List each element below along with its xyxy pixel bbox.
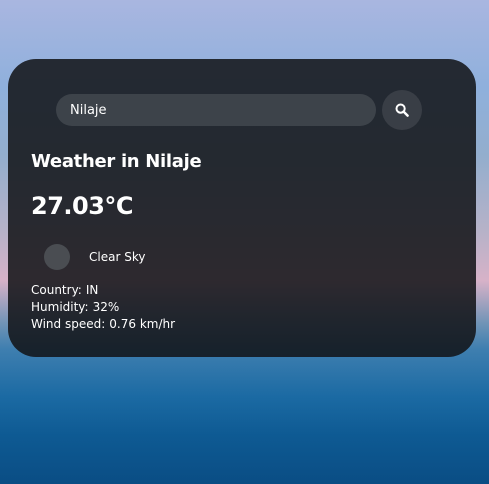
weather-icon (44, 244, 70, 270)
country-label: Country: (31, 283, 82, 297)
city-search-input[interactable] (56, 94, 376, 126)
search-icon (395, 103, 409, 117)
wind-speed-row: Wind speed: 0.76 km/hr (31, 316, 175, 333)
weather-title: Weather in Nilaje (31, 151, 202, 172)
search-bar (56, 90, 422, 130)
humidity-row: Humidity: 32% (31, 299, 175, 316)
weather-card: Weather in Nilaje 27.03°C Clear Sky Coun… (8, 59, 476, 357)
temperature-value: 27.03°C (31, 192, 134, 220)
country-value: IN (85, 283, 99, 297)
country-row: Country: IN (31, 282, 175, 299)
weather-details: Country: IN Humidity: 32% Wind speed: 0.… (31, 282, 175, 333)
wind-speed-value: 0.76 km/hr (109, 317, 176, 331)
weather-condition: Clear Sky (44, 244, 145, 270)
search-button[interactable] (382, 90, 422, 130)
condition-text: Clear Sky (89, 250, 146, 264)
humidity-value: 32% (92, 300, 120, 314)
humidity-label: Humidity: (31, 300, 89, 314)
wind-speed-label: Wind speed: (31, 317, 106, 331)
